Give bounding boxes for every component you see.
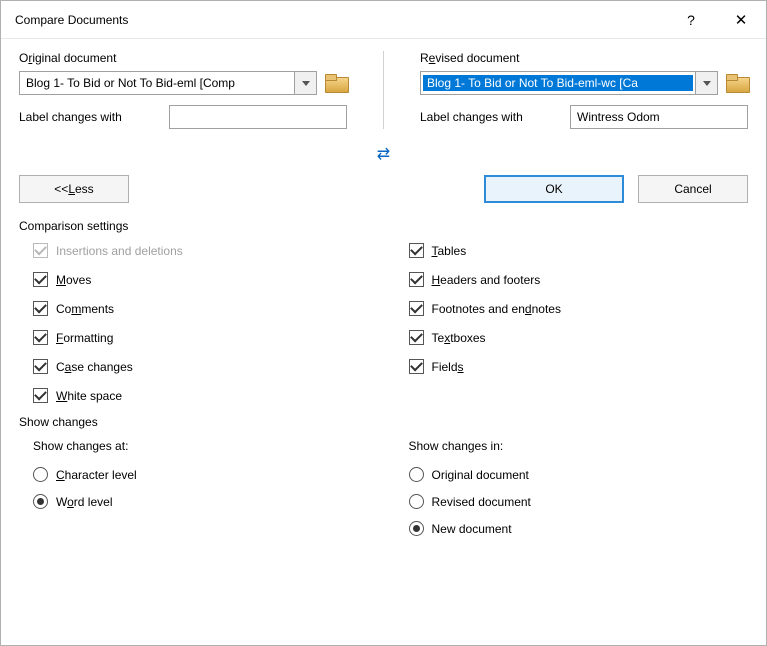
titlebar: Compare Documents ? ✕ [1, 1, 766, 39]
revised-document-label: Revised document [420, 51, 748, 65]
chevron-down-icon [302, 81, 310, 86]
moves-checkbox-row[interactable]: Moves [33, 272, 373, 287]
textboxes-checkbox[interactable] [409, 330, 424, 345]
revised-document-value: Blog 1- To Bid or Not To Bid-eml-wc [Ca [423, 75, 693, 91]
column-divider [383, 51, 384, 129]
original-document-combo[interactable]: Blog 1- To Bid or Not To Bid-eml [Comp [19, 71, 317, 95]
headers-footers-checkbox[interactable] [409, 272, 424, 287]
insertions-deletions-checkbox-row: Insertions and deletions [33, 243, 373, 258]
original-document-radio-row[interactable]: Original document [409, 467, 749, 482]
revised-document-combo[interactable]: Blog 1- To Bid or Not To Bid-eml-wc [Ca [420, 71, 718, 95]
revised-document-radio[interactable] [409, 494, 424, 509]
case-changes-checkbox[interactable] [33, 359, 48, 374]
original-document-dropdown-button[interactable] [294, 72, 316, 94]
moves-checkbox[interactable] [33, 272, 48, 287]
original-document-radio[interactable] [409, 467, 424, 482]
formatting-checkbox-row[interactable]: Formatting [33, 330, 373, 345]
word-level-radio-row[interactable]: Word level [33, 494, 373, 509]
close-icon: ✕ [735, 11, 748, 29]
white-space-checkbox-row[interactable]: White space [33, 388, 373, 403]
word-level-radio[interactable] [33, 494, 48, 509]
fields-checkbox-row[interactable]: Fields [409, 359, 749, 374]
new-document-radio-row[interactable]: New document [409, 521, 749, 536]
comments-checkbox[interactable] [33, 301, 48, 316]
case-changes-checkbox-row[interactable]: Case changes [33, 359, 373, 374]
revised-author-input[interactable] [570, 105, 748, 129]
textboxes-checkbox-row[interactable]: Textboxes [409, 330, 749, 345]
show-changes-in-label: Show changes in: [409, 439, 749, 453]
comparison-settings-label: Comparison settings [19, 219, 748, 233]
show-changes-at-label: Show changes at: [33, 439, 373, 453]
footnotes-endnotes-checkbox-row[interactable]: Footnotes and endnotes [409, 301, 749, 316]
compare-documents-dialog: Compare Documents ? ✕ Original document … [0, 0, 767, 646]
original-label-changes-label: Label changes with [19, 110, 159, 124]
chevron-down-icon [703, 81, 711, 86]
original-document-group: Original document Blog 1- To Bid or Not … [19, 51, 347, 129]
show-changes-label: Show changes [19, 415, 748, 429]
new-document-radio[interactable] [409, 521, 424, 536]
white-space-checkbox[interactable] [33, 388, 48, 403]
tables-checkbox-row[interactable]: Tables [409, 243, 749, 258]
original-document-value: Blog 1- To Bid or Not To Bid-eml [Comp [20, 76, 294, 90]
ok-button[interactable]: OK [484, 175, 624, 203]
fields-checkbox[interactable] [409, 359, 424, 374]
less-button[interactable]: << Less [19, 175, 129, 203]
insertions-deletions-checkbox [33, 243, 48, 258]
revised-browse-folder-icon[interactable] [726, 74, 748, 92]
original-author-input[interactable] [169, 105, 347, 129]
character-level-radio[interactable] [33, 467, 48, 482]
cancel-button[interactable]: Cancel [638, 175, 748, 203]
revised-document-group: Revised document Blog 1- To Bid or Not T… [420, 51, 748, 129]
character-level-radio-row[interactable]: Character level [33, 467, 373, 482]
dialog-title: Compare Documents [15, 13, 666, 27]
headers-footers-checkbox-row[interactable]: Headers and footers [409, 272, 749, 287]
formatting-checkbox[interactable] [33, 330, 48, 345]
dialog-content: Original document Blog 1- To Bid or Not … [1, 39, 766, 645]
original-browse-folder-icon[interactable] [325, 74, 347, 92]
close-button[interactable]: ✕ [716, 1, 766, 39]
help-button[interactable]: ? [666, 1, 716, 39]
comments-checkbox-row[interactable]: Comments [33, 301, 373, 316]
tables-checkbox[interactable] [409, 243, 424, 258]
swap-documents-icon[interactable]: ⇄ [377, 147, 390, 163]
revised-label-changes-label: Label changes with [420, 110, 560, 124]
revised-document-dropdown-button[interactable] [695, 72, 717, 94]
revised-document-radio-row[interactable]: Revised document [409, 494, 749, 509]
footnotes-endnotes-checkbox[interactable] [409, 301, 424, 316]
original-document-label: Original document [19, 51, 347, 65]
